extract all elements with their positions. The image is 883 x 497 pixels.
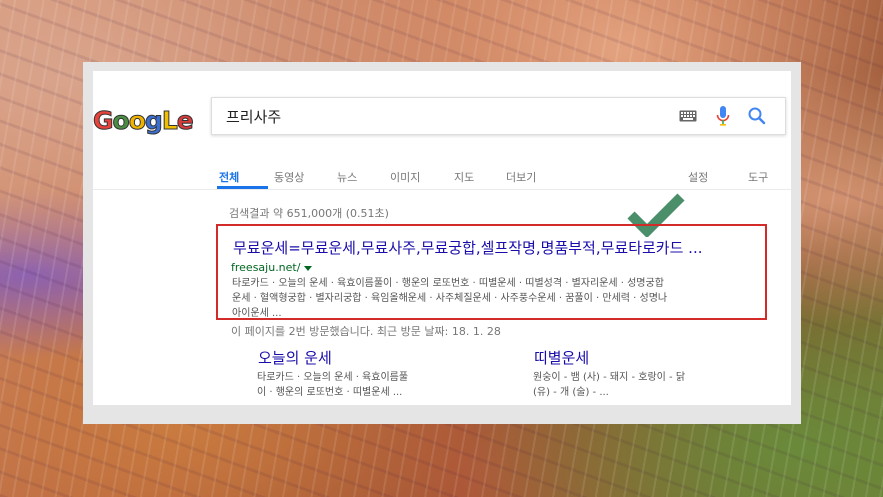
result-snippet: 타로카드 · 오늘의 운세 · 육효이름풀이 · 행운의 로또번호 · 띠별운세… xyxy=(232,276,772,321)
sitelink-desc: 원숭이 - 뱀 (사) - 돼지 - 호랑이 - 닭 (유) - 개 (술) -… xyxy=(533,370,733,400)
sitelink-title[interactable]: 띠별운세 xyxy=(534,347,589,368)
search-results-panel: GoogLe 전체 xyxy=(93,71,791,405)
search-icon[interactable] xyxy=(747,106,767,126)
logo-letter: o xyxy=(112,105,130,135)
logo-letter: g xyxy=(144,105,163,135)
logo-letter: o xyxy=(128,105,146,135)
sitelink-desc: 타로카드 · 오늘의 운세 · 육효이름풀 이 · 행운의 로또번호 · 띠별운… xyxy=(257,370,457,400)
visited-note: 이 페이지를 2번 방문했습니다. 최근 방문 날짜: 18. 1. 28 xyxy=(231,325,501,338)
snippet-line: 타로카드 · 오늘의 운세 · 육효이름풀이 · 행운의 로또번호 · 띠별운세… xyxy=(232,278,664,289)
screenshot-frame: GoogLe 전체 xyxy=(83,62,801,424)
search-input[interactable] xyxy=(226,106,656,126)
search-tabs: 전체 동영상 뉴스 이미지 지도 더보기 설정 도구 xyxy=(93,137,791,190)
sitelink-desc-line: 원숭이 - 뱀 (사) - 돼지 - 호랑이 - 닭 xyxy=(533,372,686,383)
search-box xyxy=(211,97,786,135)
sitelink-desc-line: (유) - 개 (술) - ... xyxy=(533,387,609,398)
keyboard-icon[interactable] xyxy=(679,110,697,122)
sitelink-desc-line: 타로카드 · 오늘의 운세 · 육효이름풀 xyxy=(257,372,409,383)
microphone-icon[interactable] xyxy=(716,106,730,126)
result-title-link[interactable]: 무료운세=무료운세,무료사주,무료궁합,셀프작명,명품부적,무료타로카드 ... xyxy=(233,237,702,258)
tab-settings[interactable]: 설정 xyxy=(688,169,708,185)
tab-more[interactable]: 더보기 xyxy=(506,169,536,185)
logo-letter: e xyxy=(176,105,194,135)
tab-videos[interactable]: 동영상 xyxy=(274,169,304,185)
url-dropdown-arrow-icon[interactable] xyxy=(304,266,312,271)
result-url: freesaju.net/ xyxy=(231,261,301,274)
logo-letter: L xyxy=(161,105,178,135)
active-tab-indicator xyxy=(217,186,268,189)
result-stats: 검색결과 약 651,000개 (0.51초) xyxy=(229,207,389,220)
snippet-line: 아이운세 ... xyxy=(232,308,282,319)
tab-maps[interactable]: 지도 xyxy=(454,169,474,185)
logo-letter: G xyxy=(93,105,114,135)
tab-news[interactable]: 뉴스 xyxy=(337,169,357,185)
google-logo[interactable]: GoogLe xyxy=(93,105,194,135)
tab-tools[interactable]: 도구 xyxy=(748,169,768,185)
tab-all[interactable]: 전체 xyxy=(219,169,239,185)
tab-images[interactable]: 이미지 xyxy=(390,169,420,185)
snippet-line: 운세 · 혈액형궁합 · 별자리궁합 · 육임올해운세 · 사주체질운세 · 사… xyxy=(232,293,668,304)
sitelink-desc-line: 이 · 행운의 로또번호 · 띠별운세 ... xyxy=(257,387,403,398)
sitelink-title[interactable]: 오늘의 운세 xyxy=(258,347,332,368)
